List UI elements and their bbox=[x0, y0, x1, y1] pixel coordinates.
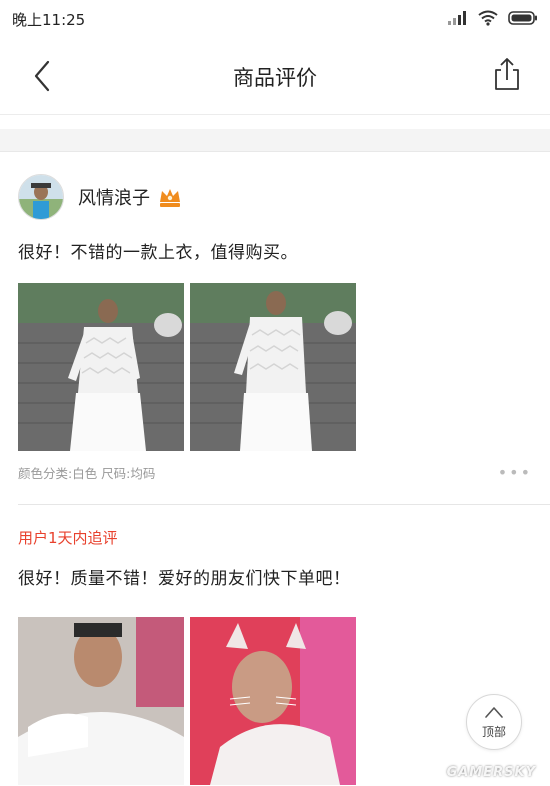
review-text: 很好！不错的一款上衣，值得购买。 bbox=[18, 243, 298, 263]
status-bar: 晚上11:25 bbox=[0, 0, 550, 38]
spec-row: 颜色分类:白色 尺码:均码 ••• bbox=[18, 463, 532, 482]
vip-crown-icon bbox=[160, 189, 180, 207]
share-icon bbox=[495, 58, 519, 90]
status-icons bbox=[448, 10, 538, 26]
more-options-icon[interactable]: ••• bbox=[498, 463, 532, 482]
followup-photo[interactable] bbox=[190, 617, 356, 785]
review-photo[interactable] bbox=[18, 283, 184, 451]
status-time: 晚上11:25 bbox=[12, 11, 86, 29]
signal-icon bbox=[448, 11, 466, 25]
review-card: 风情浪子 很好！不错的一款上衣，值得购买。 颜色分类:白色 尺码:均码 ••• bbox=[0, 168, 550, 482]
avatar[interactable] bbox=[18, 174, 64, 220]
username[interactable]: 风情浪子 bbox=[78, 184, 150, 210]
user-row: 风情浪子 bbox=[18, 168, 532, 226]
watermark: GAMERSKY bbox=[446, 765, 536, 780]
share-button[interactable] bbox=[492, 56, 522, 92]
back-to-top-label: 顶部 bbox=[481, 725, 506, 739]
back-to-top-button[interactable]: 顶部 bbox=[466, 694, 522, 750]
followup-text: 很好！质量不错！爱好的朋友们快下单吧！ bbox=[18, 569, 351, 589]
chevron-up-icon bbox=[485, 707, 503, 718]
sku-spec: 颜色分类:白色 尺码:均码 bbox=[18, 466, 156, 481]
battery-icon bbox=[508, 11, 537, 25]
page-title: 商品评价 bbox=[233, 66, 317, 90]
section-gap bbox=[0, 129, 550, 152]
followup-review: 用户1天内追评 很好！质量不错！爱好的朋友们快下单吧！ bbox=[0, 527, 550, 785]
wifi-icon bbox=[478, 10, 498, 26]
avatar-image bbox=[19, 175, 63, 219]
followup-label: 用户1天内追评 bbox=[18, 529, 118, 547]
review-photos bbox=[18, 283, 532, 451]
followup-photos bbox=[18, 617, 532, 785]
review-photo[interactable] bbox=[190, 283, 356, 451]
followup-photo[interactable] bbox=[18, 617, 184, 785]
nav-bar: 商品评价 bbox=[0, 38, 550, 115]
divider bbox=[18, 504, 550, 505]
